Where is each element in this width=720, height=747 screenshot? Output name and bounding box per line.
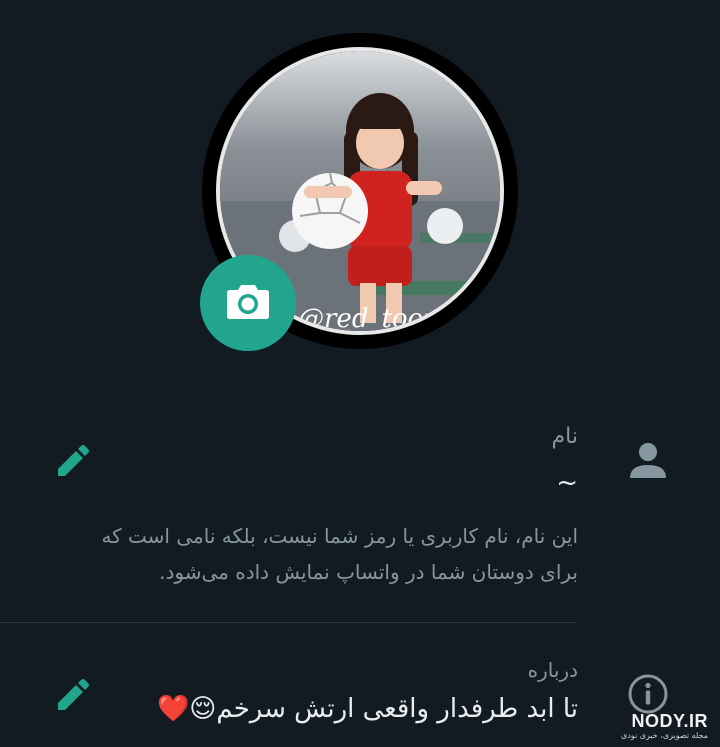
about-label: درباره [527, 658, 578, 682]
person-icon [626, 438, 670, 482]
watermark-main: NODY.IR [631, 711, 708, 731]
info-icon [626, 672, 670, 716]
name-value[interactable]: ~ [556, 468, 578, 498]
photo-watermark: @red_toory [298, 304, 451, 331]
site-watermark: NODY.IR مجله تصویری، خبری نودی [621, 712, 708, 740]
name-helper-text: این نام، نام کاربری یا رمز شما نیست، بلک… [101, 524, 578, 584]
watermark-sub: مجله تصویری، خبری نودی [620, 731, 708, 740]
edit-name-pencil-icon[interactable] [50, 440, 94, 484]
about-value[interactable]: تا ابد طرفدار واقعی ارتش سرخم😌❤️ [157, 694, 578, 724]
camera-icon [226, 281, 270, 325]
edit-about-pencil-icon[interactable] [50, 674, 94, 718]
name-label: نام [551, 424, 578, 449]
divider [0, 622, 576, 623]
change-photo-button[interactable] [200, 255, 296, 351]
